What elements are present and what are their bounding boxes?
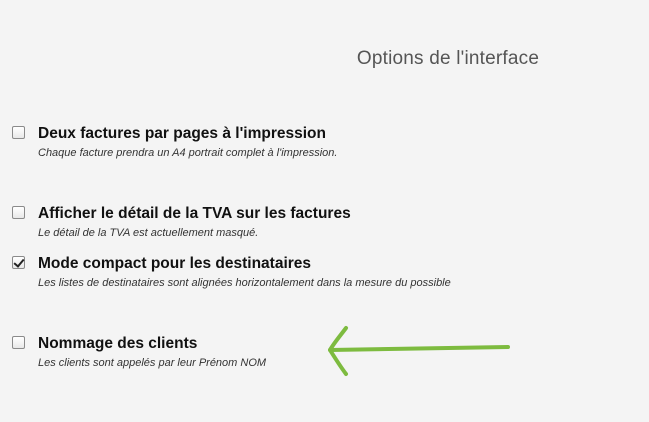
option-description: Le détail de la TVA est actuellement mas… [38, 227, 259, 239]
option-label[interactable]: Deux factures par pages à l'impression [38, 125, 326, 143]
page-title: Options de l'interface [356, 48, 540, 69]
checkbox-vat-detail[interactable] [12, 206, 25, 219]
option-label[interactable]: Mode compact pour les destinataires [38, 255, 311, 273]
option-description: Chaque facture prendra un A4 portrait co… [38, 147, 338, 159]
checkbox-client-naming[interactable] [12, 336, 25, 349]
option-description: Les clients sont appelés par leur Prénom… [38, 357, 267, 369]
checkbox-two-invoices-per-page[interactable] [12, 126, 25, 139]
option-label[interactable]: Afficher le détail de la TVA sur les fac… [38, 205, 351, 223]
option-label[interactable]: Nommage des clients [38, 335, 197, 353]
checkbox-compact-recipients[interactable] [12, 256, 25, 269]
option-description: Les listes de destinataires sont alignée… [38, 277, 451, 289]
